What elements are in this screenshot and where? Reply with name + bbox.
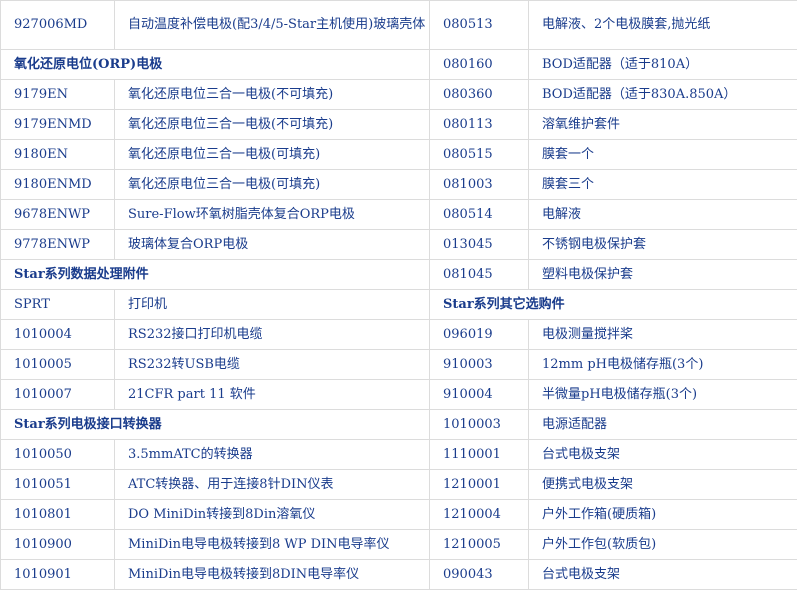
part-description-cell: 氧化还原电位三合一电极(不可填充) xyxy=(114,79,430,110)
table-row: 1010007 21CFR part 11 软件 910004 半微量pH电极储存瓶(… xyxy=(0,379,797,410)
part-number-cell: 080513 xyxy=(429,0,529,50)
part-description-cell: 打印机 xyxy=(114,289,430,320)
table-row: 1010901 MiniDin电导电极转接到8DIN电导率仪 090043 台式电极支… xyxy=(0,559,797,590)
part-number-cell: 9778ENWP xyxy=(0,229,115,260)
part-description-cell: 氧化还原电位三合一电极(可填充) xyxy=(114,139,430,170)
part-number-cell: 081003 xyxy=(429,169,529,200)
part-description-cell: 溶氧维护套件 xyxy=(528,109,797,140)
part-number-cell: 080160 xyxy=(429,49,529,80)
part-number-cell: 1010004 xyxy=(0,319,115,350)
part-number-cell: 910004 xyxy=(429,379,529,410)
part-description-cell: 塑料电极保护套 xyxy=(528,259,797,290)
part-description-cell: 21CFR part 11 软件 xyxy=(114,379,430,410)
part-description-cell: Sure-Flow环氧树脂壳体复合ORP电极 xyxy=(114,199,430,230)
part-number-cell: 080515 xyxy=(429,139,529,170)
part-number-cell: 1210005 xyxy=(429,529,529,560)
part-description-cell: 户外工作箱(硬质箱) xyxy=(528,499,797,530)
part-number-cell: 9179ENMD xyxy=(0,109,115,140)
table-row: SPRT 打印机 Star系列其它选购件 xyxy=(0,289,797,320)
part-number-cell: 1010003 xyxy=(429,409,529,440)
part-number-cell: 1010005 xyxy=(0,349,115,380)
part-description-cell: BOD适配器（适于830A.850A） xyxy=(528,79,797,110)
part-number-cell: 1010801 xyxy=(0,499,115,530)
part-number-cell: 080514 xyxy=(429,199,529,230)
part-description-cell: 电解液 xyxy=(528,199,797,230)
part-description-cell: DO MiniDin转接到8Din溶氧仪 xyxy=(114,499,430,530)
part-number-cell: 081045 xyxy=(429,259,529,290)
part-description-cell: 自动温度补偿电极(配3/4/5-Star主机使用)玻璃壳体 xyxy=(114,0,430,50)
section-heading: Star系列其它选购件 xyxy=(429,289,797,320)
part-number-cell: 080360 xyxy=(429,79,529,110)
part-description-cell: 台式电极支架 xyxy=(528,439,797,470)
table-row: 1010900 MiniDin电导电极转接到8 WP DIN电导率仪 1210005… xyxy=(0,529,797,560)
table-row: 1010004 RS232接口打印机电缆 096019 电极测量搅拌桨 xyxy=(0,319,797,350)
section-heading: Star系列数据处理附件 xyxy=(0,259,430,290)
part-number-cell: 9179EN xyxy=(0,79,115,110)
part-description-cell: 膜套一个 xyxy=(528,139,797,170)
part-description-cell: ATC转换器、用于连接8针DIN仪表 xyxy=(114,469,430,500)
part-description-cell: 半微量pH电极储存瓶(3个) xyxy=(528,379,797,410)
part-number-cell: 090043 xyxy=(429,559,529,590)
part-number-cell: 1010007 xyxy=(0,379,115,410)
section-heading: 氧化还原电位(ORP)电极 xyxy=(0,49,430,80)
part-number-cell: 1010050 xyxy=(0,439,115,470)
table-row: 1010051 ATC转换器、用于连接8针DIN仪表 1210001 便携式电极支架 xyxy=(0,469,797,500)
part-number-cell: 1010051 xyxy=(0,469,115,500)
part-number-cell: 080113 xyxy=(429,109,529,140)
part-description-cell: 电解液、2个电极膜套,抛光纸 xyxy=(528,0,797,50)
part-number-cell: 1010900 xyxy=(0,529,115,560)
part-description-cell: 户外工作包(软质包) xyxy=(528,529,797,560)
part-description-cell: 玻璃体复合ORP电极 xyxy=(114,229,430,260)
part-description-cell: 氧化还原电位三合一电极(不可填充) xyxy=(114,109,430,140)
part-description-cell: 电源适配器 xyxy=(528,409,797,440)
parts-table-body: 927006MD 自动温度补偿电极(配3/4/5-Star主机使用)玻璃壳体 080… xyxy=(0,0,797,590)
part-description-cell: RS232转USB电缆 xyxy=(114,349,430,380)
part-number-cell: SPRT xyxy=(0,289,115,320)
part-description-cell: BOD适配器（适于810A） xyxy=(528,49,797,80)
part-description-cell: 不锈钢电极保护套 xyxy=(528,229,797,260)
table-row: 9678ENWP Sure-Flow环氧树脂壳体复合ORP电极 080514 电解液 xyxy=(0,199,797,230)
part-number-cell: 1210001 xyxy=(429,469,529,500)
part-number-cell: 013045 xyxy=(429,229,529,260)
table-row: 1010005 RS232转USB电缆 910003 12mm pH电极储存瓶(3个) xyxy=(0,349,797,380)
part-description-cell: MiniDin电导电极转接到8 WP DIN电导率仪 xyxy=(114,529,430,560)
table-row: 氧化还原电位(ORP)电极 080160 BOD适配器（适于810A） xyxy=(0,49,797,80)
table-row: 927006MD 自动温度补偿电极(配3/4/5-Star主机使用)玻璃壳体 080… xyxy=(0,0,797,50)
part-description-cell: 便携式电极支架 xyxy=(528,469,797,500)
part-description-cell: MiniDin电导电极转接到8DIN电导率仪 xyxy=(114,559,430,590)
part-description-cell: 台式电极支架 xyxy=(528,559,797,590)
section-heading: Star系列电极接口转换器 xyxy=(0,409,430,440)
part-number-cell: 1110001 xyxy=(429,439,529,470)
part-number-cell: 9180ENMD xyxy=(0,169,115,200)
table-row: 9179ENMD 氧化还原电位三合一电极(不可填充) 080113 溶氧维护套件 xyxy=(0,109,797,140)
part-number-cell: 1210004 xyxy=(429,499,529,530)
table-row: 9180EN 氧化还原电位三合一电极(可填充) 080515 膜套一个 xyxy=(0,139,797,170)
part-description-cell: 12mm pH电极储存瓶(3个) xyxy=(528,349,797,380)
table-row: Star系列数据处理附件 081045 塑料电极保护套 xyxy=(0,259,797,290)
table-row: Star系列电极接口转换器 1010003 电源适配器 xyxy=(0,409,797,440)
table-row: 9778ENWP 玻璃体复合ORP电极 013045 不锈钢电极保护套 xyxy=(0,229,797,260)
parts-table: 927006MD 自动温度补偿电极(配3/4/5-Star主机使用)玻璃壳体 080… xyxy=(0,0,797,590)
part-description-cell: 电极测量搅拌桨 xyxy=(528,319,797,350)
part-number-cell: 1010901 xyxy=(0,559,115,590)
part-description-cell: 氧化还原电位三合一电极(可填充) xyxy=(114,169,430,200)
table-row: 9180ENMD 氧化还原电位三合一电极(可填充) 081003 膜套三个 xyxy=(0,169,797,200)
table-row: 9179EN 氧化还原电位三合一电极(不可填充) 080360 BOD适配器（适于83… xyxy=(0,79,797,110)
table-row: 1010050 3.5mmATC的转换器 1110001 台式电极支架 xyxy=(0,439,797,470)
table-row: 1010801 DO MiniDin转接到8Din溶氧仪 1210004 户外工作箱(… xyxy=(0,499,797,530)
part-number-cell: 927006MD xyxy=(0,0,115,50)
part-description-cell: 膜套三个 xyxy=(528,169,797,200)
part-number-cell: 9180EN xyxy=(0,139,115,170)
part-number-cell: 910003 xyxy=(429,349,529,380)
part-number-cell: 9678ENWP xyxy=(0,199,115,230)
part-description-cell: RS232接口打印机电缆 xyxy=(114,319,430,350)
part-description-cell: 3.5mmATC的转换器 xyxy=(114,439,430,470)
part-number-cell: 096019 xyxy=(429,319,529,350)
